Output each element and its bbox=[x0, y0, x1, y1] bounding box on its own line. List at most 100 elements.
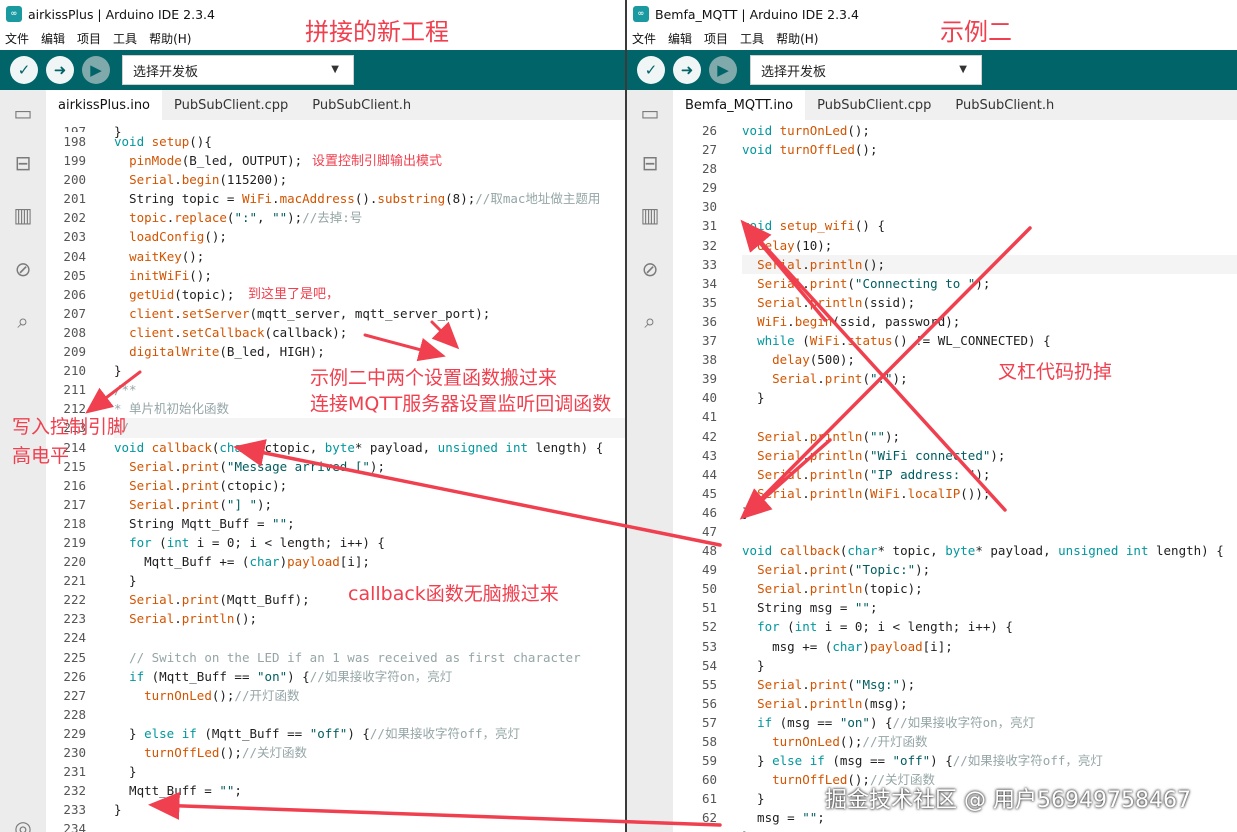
line-number: 29 bbox=[701, 180, 717, 196]
code-line: initWiFi(); bbox=[129, 267, 212, 283]
library-icon[interactable]: ▥ bbox=[10, 202, 36, 228]
code-line: Serial.println(msg); bbox=[757, 695, 908, 711]
code-line: Serial.print("Topic:"); bbox=[757, 562, 931, 578]
boards-manager-icon[interactable]: ⊟ bbox=[637, 150, 663, 176]
code-line: Mqtt_Buff = ""; bbox=[114, 783, 242, 799]
profile-icon[interactable]: ◎ bbox=[10, 815, 36, 832]
line-number: 48 bbox=[701, 543, 717, 559]
chevron-down-icon: ▼ bbox=[331, 64, 339, 75]
arrow-right-icon: ➜ bbox=[680, 61, 694, 79]
search-icon[interactable]: ⌕ bbox=[637, 308, 663, 334]
code-line: Mqtt_Buff += (char)payload[i]; bbox=[114, 554, 370, 570]
menu-edit[interactable]: 编辑 bbox=[41, 30, 65, 50]
menu-edit[interactable]: 编辑 bbox=[668, 30, 692, 50]
folder-icon[interactable]: ▭ bbox=[637, 100, 663, 126]
line-numbers: 197 198 199 200 201 202 203 204 205 206 207 208 209 2… bbox=[46, 120, 90, 832]
debug-button[interactable]: ▶ bbox=[82, 56, 110, 84]
arduino-app-icon: ∞ bbox=[6, 6, 22, 22]
code-line: delay(500); bbox=[772, 352, 855, 368]
line-number: 197 bbox=[63, 124, 86, 132]
menu-help[interactable]: 帮助(H) bbox=[776, 30, 818, 50]
line-number: 211 bbox=[63, 382, 86, 398]
line-number: 30 bbox=[701, 199, 717, 215]
tab-pubsubclient-h[interactable]: PubSubClient.h bbox=[943, 90, 1066, 120]
code-line: loadConfig(); bbox=[129, 229, 227, 245]
line-number: 216 bbox=[63, 477, 86, 493]
tab-pubsubclient-h[interactable]: PubSubClient.h bbox=[300, 90, 423, 120]
tab-pubsubclient-cpp[interactable]: PubSubClient.cpp bbox=[162, 90, 300, 120]
verify-button[interactable]: ✓ bbox=[10, 56, 38, 84]
debug-disabled-icon[interactable]: ⊘ bbox=[10, 256, 36, 282]
line-number: 53 bbox=[701, 638, 717, 654]
line-number: 63 bbox=[673, 827, 717, 832]
debug-button[interactable]: ▶ bbox=[709, 56, 737, 84]
line-number: 35 bbox=[701, 294, 717, 310]
library-icon[interactable]: ▥ bbox=[637, 202, 663, 228]
code-line: getUid(topic); bbox=[129, 286, 235, 302]
line-number: 57 bbox=[701, 714, 717, 730]
line-number: 62 bbox=[701, 810, 717, 826]
tab-pubsubclient-cpp[interactable]: PubSubClient.cpp bbox=[805, 90, 943, 120]
code-line: client.setServer(mqtt_server, mqtt_serve… bbox=[129, 305, 491, 321]
line-number: 32 bbox=[701, 237, 717, 253]
code-line: // Switch on the LED if an 1 was receive… bbox=[129, 649, 581, 665]
search-icon[interactable]: ⌕ bbox=[10, 308, 36, 334]
upload-button[interactable]: ➜ bbox=[673, 56, 701, 84]
code-line: while (WiFi.status() != WL_CONNECTED) { bbox=[757, 333, 1051, 349]
code-line: ​ bbox=[114, 628, 626, 647]
code-line: void callback(char* ctopic, byte* payloa… bbox=[114, 439, 604, 455]
code-line: } bbox=[742, 657, 765, 673]
code-line: msg += (char)payload[i]; bbox=[742, 638, 953, 654]
code-line: Serial.println(ssid); bbox=[757, 294, 916, 310]
code-line: ​ bbox=[742, 197, 1237, 216]
line-number: 49 bbox=[701, 562, 717, 578]
menu-help[interactable]: 帮助(H) bbox=[149, 30, 191, 50]
file-tabs: airkissPlus.ino PubSubClient.cpp PubSubC… bbox=[46, 90, 626, 120]
code-line: for (int i = 0; i < length; i++) { bbox=[757, 619, 1013, 635]
board-selector[interactable]: 选择开发板 ▼ bbox=[122, 55, 354, 85]
menu-tools[interactable]: 工具 bbox=[113, 30, 137, 50]
line-number: 230 bbox=[63, 745, 86, 760]
cross-out-note: 叉杠代码扔掉 bbox=[998, 361, 1113, 383]
code-line: Serial.print("."); bbox=[772, 371, 908, 387]
menu-file[interactable]: 文件 bbox=[5, 30, 29, 50]
code-line: Serial.print("] "); bbox=[129, 496, 273, 512]
code-line: Serial.print("Connecting to "); bbox=[757, 275, 991, 291]
check-icon: ✓ bbox=[644, 61, 658, 79]
board-selector-label: 选择开发板 bbox=[133, 64, 199, 80]
tab-bemfa-mqtt-ino[interactable]: Bemfa_MQTT.ino bbox=[673, 90, 806, 120]
code-line: Serial.println(topic); bbox=[757, 581, 923, 597]
code-line: ​ bbox=[742, 178, 1237, 197]
menu-sketch[interactable]: 项目 bbox=[77, 30, 101, 50]
line-number: 27 bbox=[701, 142, 717, 158]
line-number: 202 bbox=[63, 210, 86, 226]
menu-sketch[interactable]: 项目 bbox=[704, 30, 728, 50]
upload-button[interactable]: ➜ bbox=[46, 56, 74, 84]
line-number: 36 bbox=[701, 313, 717, 329]
code-editor[interactable]: void turnOnLed();void turnOffLed();​​​vo… bbox=[727, 120, 1237, 832]
code-line: } bbox=[742, 390, 765, 406]
code-line: for (int i = 0; i < length; i++) { bbox=[129, 534, 385, 550]
tab-airkissplus-ino[interactable]: airkissPlus.ino bbox=[46, 90, 163, 120]
verify-button[interactable]: ✓ bbox=[637, 56, 665, 84]
code-line: } bbox=[114, 802, 122, 818]
line-number: 217 bbox=[63, 496, 86, 512]
board-selector[interactable]: 选择开发板 ▼ bbox=[750, 55, 982, 85]
code-line: Serial.println(); bbox=[742, 254, 1237, 274]
code-line: void turnOffLed(); bbox=[742, 142, 878, 158]
menu-tools[interactable]: 工具 bbox=[740, 30, 764, 50]
code-editor[interactable]: } void setup(){ pinMode(B_led, OUTPUT); S… bbox=[100, 120, 626, 832]
folder-icon[interactable]: ▭ bbox=[10, 100, 36, 126]
menu-file[interactable]: 文件 bbox=[632, 30, 656, 50]
boards-manager-icon[interactable]: ⊟ bbox=[10, 150, 36, 176]
line-number: 205 bbox=[63, 267, 86, 283]
debug-disabled-icon[interactable]: ⊘ bbox=[637, 256, 663, 282]
code-line: String msg = ""; bbox=[742, 600, 878, 616]
callback-note: callback函数无脑搬过来 bbox=[348, 583, 559, 605]
code-line: ​ bbox=[114, 819, 626, 832]
code-line: Serial.println(""); bbox=[757, 428, 901, 444]
line-number: 234 bbox=[63, 821, 86, 832]
line-number: 34 bbox=[701, 275, 717, 291]
line-number: 61 bbox=[701, 791, 717, 807]
line-number: 40 bbox=[701, 390, 717, 406]
